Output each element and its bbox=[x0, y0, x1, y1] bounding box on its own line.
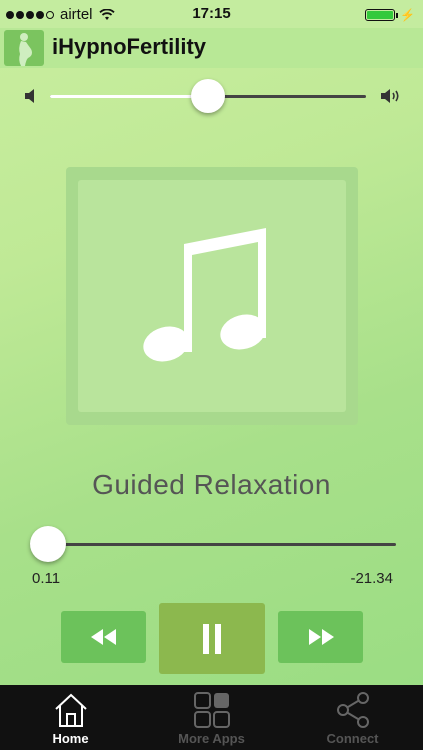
tab-more-apps[interactable]: More Apps bbox=[141, 685, 282, 750]
speaker-high-icon bbox=[381, 89, 399, 103]
tab-home-label: Home bbox=[52, 731, 89, 746]
volume-slider[interactable] bbox=[50, 79, 366, 113]
pause-button[interactable] bbox=[159, 603, 265, 674]
speaker-low-icon bbox=[25, 89, 34, 103]
playback-progress bbox=[0, 526, 423, 562]
rewind-icon bbox=[90, 629, 116, 645]
tab-connect-label: Connect bbox=[326, 731, 379, 746]
track-title: Guided Relaxation bbox=[92, 469, 331, 500]
tab-bar: Home More Apps Connect bbox=[0, 685, 423, 750]
share-icon bbox=[336, 692, 369, 728]
fast-forward-button[interactable] bbox=[278, 611, 363, 663]
elapsed-time: 0.11 bbox=[32, 570, 61, 587]
home-icon bbox=[54, 693, 87, 727]
tab-connect[interactable]: Connect bbox=[282, 685, 423, 750]
volume-slider-thumb[interactable] bbox=[191, 79, 225, 113]
app-header: iHypnoFertility bbox=[0, 28, 423, 68]
progress-slider-thumb[interactable] bbox=[30, 526, 66, 562]
tab-home[interactable]: Home bbox=[0, 685, 141, 750]
status-bar: airtel 17:15 ⚡ bbox=[0, 0, 423, 28]
progress-slider[interactable] bbox=[30, 526, 396, 562]
tab-more-apps-label: More Apps bbox=[178, 731, 245, 746]
charging-icon: ⚡ bbox=[400, 8, 415, 22]
app-title: iHypnoFertility bbox=[52, 34, 207, 59]
pause-icon bbox=[203, 623, 221, 654]
pregnant-silhouette-icon bbox=[4, 30, 44, 66]
volume-slider-fill bbox=[50, 95, 208, 98]
remaining-time: -21.34 bbox=[350, 570, 393, 587]
grid-icon bbox=[193, 692, 230, 728]
fast-forward-icon bbox=[308, 629, 334, 645]
rewind-button[interactable] bbox=[61, 611, 146, 663]
volume-control bbox=[0, 79, 423, 113]
music-note-icon bbox=[143, 228, 266, 362]
battery-icon: ⚡ bbox=[365, 8, 415, 22]
status-time: 17:15 bbox=[192, 5, 231, 22]
